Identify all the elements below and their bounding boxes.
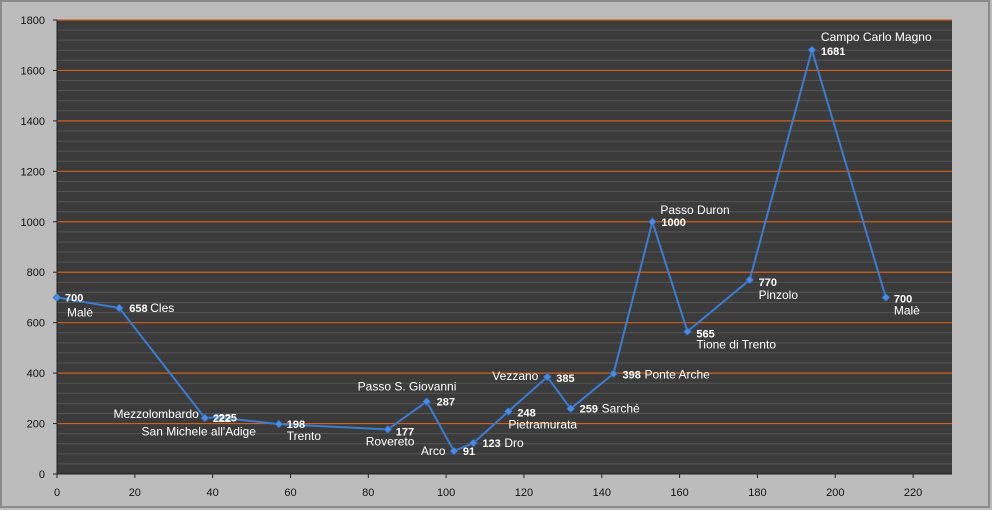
data-value-label: 658: [129, 303, 147, 315]
data-place-label: Passo Duron: [660, 203, 729, 217]
data-place-label: Malè: [894, 303, 920, 317]
y-tick-label: 1000: [21, 217, 45, 229]
x-tick-label: 220: [904, 487, 922, 499]
data-place-label: Arco: [421, 444, 446, 458]
x-tick-label: 20: [129, 487, 141, 499]
plot-area: [57, 20, 952, 474]
x-tick-label: 140: [593, 487, 611, 499]
data-value-label: 1681: [821, 46, 845, 58]
x-axis-tick-labels: 0 20 40 60 80 100 120 140 160 180 200 220: [54, 474, 922, 499]
y-tick-label: 600: [27, 318, 45, 330]
y-tick-label: 200: [27, 419, 45, 431]
data-place-label: Dro: [504, 436, 524, 450]
data-value-label: 91: [463, 446, 475, 458]
data-place-label: Tione di Trento: [696, 337, 776, 351]
x-tick-label: 180: [748, 487, 766, 499]
x-tick-label: 0: [54, 487, 60, 499]
data-value-label: 225: [219, 412, 237, 424]
y-tick-label: 1200: [21, 166, 45, 178]
data-value-label: 700: [65, 292, 83, 304]
y-tick-label: 800: [27, 267, 45, 279]
y-tick-label: 0: [39, 469, 45, 481]
data-place-label: San Michele all'Adige: [142, 424, 257, 438]
data-place-label: Cles: [150, 301, 174, 315]
x-tick-label: 60: [284, 487, 296, 499]
data-place-label: Campo Carlo Magno: [821, 30, 932, 44]
data-place-label: Malè: [67, 305, 93, 319]
data-place-label: Pietramurata: [508, 417, 577, 431]
x-tick-label: 160: [670, 487, 688, 499]
data-value-label: 123: [482, 438, 500, 450]
x-tick-label: 40: [207, 487, 219, 499]
y-tick-label: 1600: [21, 65, 45, 77]
y-tick-label: 400: [27, 368, 45, 380]
data-place-label: Sarché: [602, 402, 640, 416]
data-place-label: Ponte Arche: [644, 368, 710, 382]
x-tick-label: 100: [437, 487, 455, 499]
data-value-label: 1000: [661, 217, 685, 229]
data-place-label: Pinzolo: [759, 288, 799, 302]
data-value-label: 398: [622, 370, 640, 382]
data-value-label: 287: [437, 397, 455, 409]
y-tick-label: 1400: [21, 116, 45, 128]
chart-svg: 0 200 400 600 800 1000 1200 1400 1600 1800 0 20 40 6…: [0, 0, 990, 508]
data-place-label: Vezzano: [492, 369, 538, 383]
data-value-label: 259: [580, 404, 598, 416]
x-tick-label: 80: [362, 487, 374, 499]
data-place-label: Mezzolombardo: [113, 407, 199, 421]
x-tick-label: 200: [826, 487, 844, 499]
data-place-label: Trento: [287, 429, 322, 443]
elevation-profile-chart: 0 200 400 600 800 1000 1200 1400 1600 1800 0 20 40 6…: [0, 0, 992, 510]
y-axis-tick-labels: 0 200 400 600 800 1000 1200 1400 1600 1800: [21, 15, 57, 481]
x-tick-label: 120: [515, 487, 533, 499]
data-value-label: 385: [556, 373, 574, 385]
data-place-label: Passo S. Giovanni: [358, 380, 457, 394]
y-tick-label: 1800: [21, 15, 45, 27]
data-place-label: Rovereto: [366, 434, 415, 448]
